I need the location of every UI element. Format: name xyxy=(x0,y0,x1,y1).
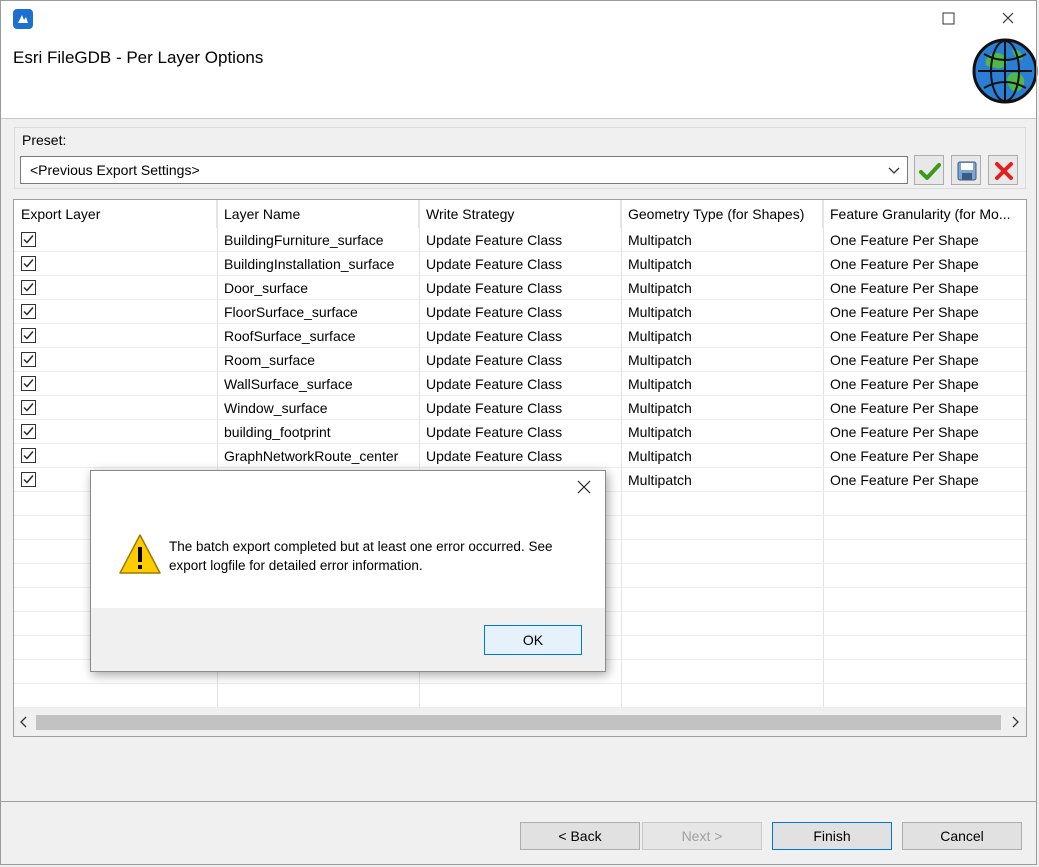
dialog-title: Esri FileGDB - Per Layer Options xyxy=(13,48,264,67)
footer-divider xyxy=(1,801,1037,802)
table-cell-strategy: Update Feature Class xyxy=(426,328,563,344)
preset-dropdown[interactable]: <Previous Export Settings> xyxy=(20,156,908,184)
table-cell-granularity: One Feature Per Shape xyxy=(830,424,979,440)
table-cell-granularity: One Feature Per Shape xyxy=(830,256,979,272)
table-cell-granularity: One Feature Per Shape xyxy=(830,376,979,392)
column-header-export-layer[interactable]: Export Layer xyxy=(14,200,217,228)
export-layer-checkbox[interactable] xyxy=(21,328,36,343)
export-layer-checkbox[interactable] xyxy=(21,304,36,319)
table-cell-strategy: Update Feature Class xyxy=(426,232,563,248)
table-cell-strategy: Update Feature Class xyxy=(426,304,563,320)
close-icon[interactable] xyxy=(576,479,592,495)
table-cell-name: BuildingFurniture_surface xyxy=(224,232,384,248)
table-cell-granularity: One Feature Per Shape xyxy=(830,304,979,320)
table-cell-name: GraphNetworkRoute_center xyxy=(224,448,399,464)
preset-value: <Previous Export Settings> xyxy=(30,162,200,178)
table-cell-geometry: Multipatch xyxy=(628,328,692,344)
app-icon xyxy=(13,9,33,29)
column-header-layer-name[interactable]: Layer Name xyxy=(217,200,419,228)
table-cell-name: Door_surface xyxy=(224,280,309,296)
export-layer-checkbox[interactable] xyxy=(21,280,36,295)
table-cell-strategy: Update Feature Class xyxy=(426,424,563,440)
table-cell-geometry: Multipatch xyxy=(628,256,692,272)
window-close-icon[interactable] xyxy=(996,8,1020,30)
warning-icon xyxy=(118,533,162,575)
globe-icon xyxy=(972,38,1038,104)
table-cell-geometry: Multipatch xyxy=(628,472,692,488)
export-layer-checkbox[interactable] xyxy=(21,400,36,415)
horizontal-scrollbar[interactable] xyxy=(14,708,1026,736)
export-layer-checkbox[interactable] xyxy=(21,256,36,271)
scroll-right-icon[interactable] xyxy=(1008,715,1022,729)
table-cell-granularity: One Feature Per Shape xyxy=(830,472,979,488)
table-cell-name: RoofSurface_surface xyxy=(224,328,356,344)
table-cell-name: Room_surface xyxy=(224,352,316,368)
table-cell-geometry: Multipatch xyxy=(628,232,692,248)
table-cell-granularity: One Feature Per Shape xyxy=(830,328,979,344)
table-cell-geometry: Multipatch xyxy=(628,424,692,440)
table-cell-strategy: Update Feature Class xyxy=(426,352,563,368)
table-cell-granularity: One Feature Per Shape xyxy=(830,280,979,296)
table-cell-strategy: Update Feature Class xyxy=(426,280,563,296)
row-divider xyxy=(14,683,1026,684)
cancel-button[interactable]: Cancel xyxy=(902,822,1022,850)
error-message-dialog: The batch export completed but at least … xyxy=(90,470,606,672)
table-cell-strategy: Update Feature Class xyxy=(426,400,563,416)
dialog-header: Esri FileGDB - Per Layer Options xyxy=(1,0,1038,119)
dialog-footer: OK xyxy=(91,608,605,671)
table-cell-geometry: Multipatch xyxy=(628,352,692,368)
table-cell-granularity: One Feature Per Shape xyxy=(830,448,979,464)
export-layer-checkbox[interactable] xyxy=(21,376,36,391)
preset-label: Preset: xyxy=(22,132,67,148)
table-cell-strategy: Update Feature Class xyxy=(426,376,563,392)
table-cell-name: FloorSurface_surface xyxy=(224,304,358,320)
column-header-feature-granularity[interactable]: Feature Granularity (for Mo... xyxy=(823,200,1026,228)
delete-preset-button[interactable] xyxy=(988,155,1018,185)
apply-preset-button[interactable] xyxy=(914,155,944,185)
table-cell-granularity: One Feature Per Shape xyxy=(830,352,979,368)
export-layer-checkbox[interactable] xyxy=(21,232,36,247)
table-cell-name: Window_surface xyxy=(224,400,328,416)
chevron-down-icon xyxy=(887,163,901,177)
table-cell-geometry: Multipatch xyxy=(628,448,692,464)
maximize-icon[interactable] xyxy=(938,8,960,30)
save-preset-button[interactable] xyxy=(951,155,981,185)
table-cell-strategy: Update Feature Class xyxy=(426,448,563,464)
scroll-left-icon[interactable] xyxy=(17,715,31,729)
scrollbar-thumb[interactable] xyxy=(36,715,1001,730)
table-cell-granularity: One Feature Per Shape xyxy=(830,400,979,416)
table-cell-name: WallSurface_surface xyxy=(224,376,353,392)
table-cell-name: BuildingInstallation_surface xyxy=(224,256,395,272)
export-layer-checkbox[interactable] xyxy=(21,424,36,439)
table-cell-geometry: Multipatch xyxy=(628,400,692,416)
table-cell-name: building_footprint xyxy=(224,424,331,440)
next-button[interactable]: Next > xyxy=(642,822,762,850)
table-cell-geometry: Multipatch xyxy=(628,376,692,392)
finish-button[interactable]: Finish xyxy=(772,822,892,850)
table-cell-geometry: Multipatch xyxy=(628,304,692,320)
export-layer-checkbox[interactable] xyxy=(21,472,36,487)
table-cell-geometry: Multipatch xyxy=(628,280,692,296)
back-button[interactable]: < Back xyxy=(520,822,640,850)
export-layer-checkbox[interactable] xyxy=(21,448,36,463)
column-header-geometry-type[interactable]: Geometry Type (for Shapes) xyxy=(621,200,823,228)
dialog-message: The batch export completed but at least … xyxy=(169,539,553,573)
column-header-write-strategy[interactable]: Write Strategy xyxy=(419,200,621,228)
table-cell-granularity: One Feature Per Shape xyxy=(830,232,979,248)
table-cell-strategy: Update Feature Class xyxy=(426,256,563,272)
ok-button[interactable]: OK xyxy=(484,625,582,655)
export-layer-checkbox[interactable] xyxy=(21,352,36,367)
